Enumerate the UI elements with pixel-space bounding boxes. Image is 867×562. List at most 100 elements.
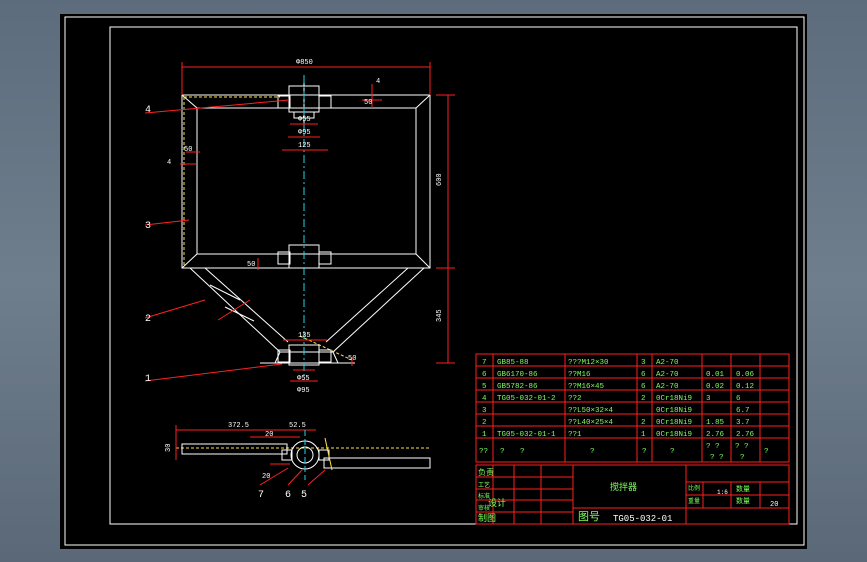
bom-cell-qty: 6 — [641, 371, 646, 379]
bom-cell-no: 1 — [482, 431, 487, 439]
dim-len372: 372.5 — [228, 422, 249, 430]
bom-cell-no: 7 — [482, 359, 487, 367]
dim-flange-50: 50 — [364, 99, 372, 107]
dim-left-4: 4 — [167, 159, 171, 167]
balloon-7: 7 — [258, 490, 264, 501]
bom-cell-qty: 2 — [641, 419, 646, 427]
bom-header-w2: ? ? — [735, 443, 749, 451]
tb-label-5: 制图 — [478, 512, 496, 524]
balloon-5: 5 — [301, 490, 307, 501]
bom-cell-mat: A2-70 — [656, 383, 679, 391]
bom-header-code: ? — [500, 448, 505, 456]
dim-d20b: 20 — [262, 473, 270, 481]
bom-cell-no: 3 — [482, 407, 487, 415]
bom-cell-w1: 1.85 — [706, 419, 725, 427]
bom-cell-no: 6 — [482, 371, 487, 379]
drawing-canvas: Φ850 4 50 Φ55 Φ95 125 4 50 600 50 345 13… — [64, 16, 805, 546]
bom-cell-mat: A2-70 — [656, 359, 679, 367]
bom-cell-qty: 1 — [641, 431, 646, 439]
bom-header-w4: ? — [740, 454, 745, 462]
bom-cell-qty: 6 — [641, 383, 646, 391]
bom-cell-mat: 0Cr18Ni9 — [656, 431, 692, 439]
bom-cell-qty: 2 — [641, 395, 646, 403]
dim-top-width: Φ850 — [296, 59, 313, 67]
tb-drawing-no-label: 图号 — [578, 510, 600, 524]
outer-frame — [64, 16, 805, 546]
section-pin — [324, 437, 333, 471]
bom-cell-w2: 3.7 — [736, 419, 750, 427]
tb-qty-label: 数量 — [736, 484, 750, 494]
balloon-2: 2 — [145, 314, 151, 325]
bom-cell-code: GB85-88 — [497, 359, 529, 367]
bom-header-w1: ? ? — [706, 443, 720, 451]
dim-d95-bot: Φ95 — [297, 387, 310, 395]
balloon-1: 1 — [145, 374, 151, 385]
bom-header-qty: ? — [642, 448, 647, 456]
bom-cell-w1: 0.02 — [706, 383, 724, 391]
dim-w125: 125 — [298, 142, 311, 150]
tb-weight-label: 重量 — [688, 497, 700, 505]
bom-header-w3: ? ? — [710, 454, 724, 462]
dim-d55-bot: Φ55 — [297, 375, 310, 383]
angle-brace — [209, 284, 255, 322]
tb-scale: 1:6 — [717, 489, 728, 496]
bom-cell-mat: A2-70 — [656, 371, 679, 379]
bom-cell-code: TG05-032-01-1 — [497, 431, 556, 439]
tb-label-0: 负责 — [478, 467, 494, 478]
bom-cell-code: GB5782-86 — [497, 383, 538, 391]
bom-cell-name: ??L40×25×4 — [568, 419, 614, 427]
dim-bot-50: 50 — [348, 355, 356, 363]
bom-header: ?? ? ? ? ? ? ? ? ? ? ? ? ? ? — [479, 443, 769, 462]
dim-mid-50: 50 — [247, 261, 255, 269]
bom-header-note: ? — [764, 448, 769, 456]
cad-viewport[interactable]: Φ850 4 50 Φ55 Φ95 125 4 50 600 50 345 13… — [60, 14, 807, 549]
bom-cell-code: TG05-032-01-2 — [497, 395, 556, 403]
drawing-title: 搅拌器 — [610, 481, 637, 493]
dim-h345: 345 — [436, 309, 444, 322]
bom-header-code2: ? — [520, 448, 525, 456]
dim-right-flange: 4 — [376, 78, 380, 86]
bom-header-mat: ? — [670, 448, 675, 456]
bom-cell-w2: 0.12 — [736, 383, 754, 391]
bom-cell-w1: 0.01 — [706, 371, 725, 379]
bom-cell-name: ??1 — [568, 431, 582, 439]
tb-qty-label-2: 数量 — [736, 496, 750, 506]
bom-cell-name: ??2 — [568, 395, 582, 403]
dim-d30: 30 — [165, 444, 173, 452]
bom-cell-name: ??L50×32×4 — [568, 407, 614, 415]
balloon-4: 4 — [145, 105, 151, 116]
bom-cell-no: 2 — [482, 419, 487, 427]
bom-header-no: ?? — [479, 448, 488, 456]
bom-cell-name: ???M12×30 — [568, 359, 609, 367]
bom-cell-w1: 2.76 — [706, 431, 725, 439]
tb-drawing-no: TG05-032-01 — [613, 514, 672, 524]
tb-label-4: 设计 — [488, 497, 506, 509]
bom-cell-name: ??M16 — [568, 371, 591, 379]
bom-cell-w2: 6 — [736, 395, 741, 403]
dim-d55-top: Φ55 — [298, 116, 311, 124]
bom-cell-mat: 0Cr18Ni9 — [656, 419, 692, 427]
bom-cell-mat: 0Cr18Ni9 — [656, 407, 692, 415]
bom-cell-mat: 0Cr18Ni9 — [656, 395, 692, 403]
balloon-3: 3 — [145, 221, 151, 232]
bom-cell-w2: 0.06 — [736, 371, 755, 379]
dim-d20a: 20 — [265, 431, 273, 439]
bom-cell-no: 4 — [482, 395, 487, 403]
tb-label-1: 工艺 — [478, 481, 490, 489]
dim-left-50: 50 — [184, 146, 192, 154]
dim-d95-top: Φ95 — [298, 129, 311, 137]
tb-scale-label: 比例 — [688, 484, 700, 492]
bom-cell-name: ??M16×45 — [568, 383, 605, 391]
balloon-6: 6 — [285, 490, 291, 501]
bom-cell-code: GB6170-86 — [497, 371, 538, 379]
bom-header-name: ? — [590, 448, 595, 456]
section-view — [181, 440, 431, 470]
bom-cell-no: 5 — [482, 383, 487, 391]
bom-cell-w1: 3 — [706, 395, 711, 403]
dim-w135: 135 — [298, 332, 311, 340]
bom-cell-qty: 3 — [641, 359, 646, 367]
dim-d52: 52.5 — [289, 422, 306, 430]
bom-cell-w2: 6.7 — [736, 407, 750, 415]
tb-qty: 20 — [770, 501, 778, 509]
bom-cell-w2: 2.76 — [736, 431, 755, 439]
